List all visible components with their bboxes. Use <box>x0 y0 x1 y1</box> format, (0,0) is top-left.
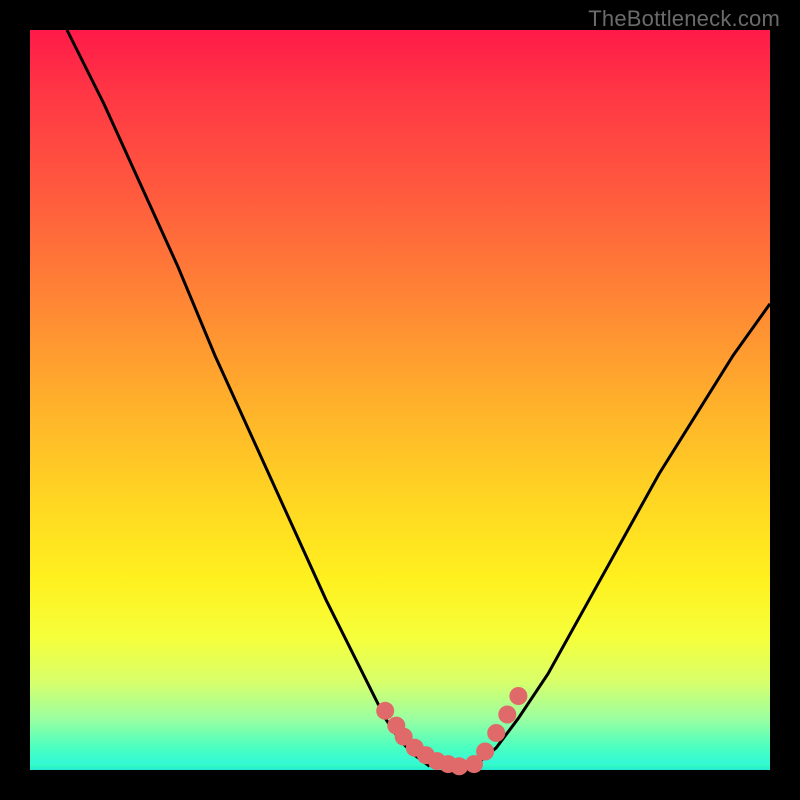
data-marker <box>509 687 527 705</box>
data-marker <box>376 702 394 720</box>
chart-frame: TheBottleneck.com <box>0 0 800 800</box>
curve-layer <box>30 30 770 770</box>
data-marker <box>487 724 505 742</box>
left-curve <box>67 30 430 766</box>
plot-area <box>30 30 770 770</box>
marker-cluster-right <box>465 687 527 773</box>
data-marker <box>498 706 516 724</box>
data-marker <box>476 743 494 761</box>
marker-cluster-left <box>376 702 468 776</box>
watermark-text: TheBottleneck.com <box>588 6 780 32</box>
